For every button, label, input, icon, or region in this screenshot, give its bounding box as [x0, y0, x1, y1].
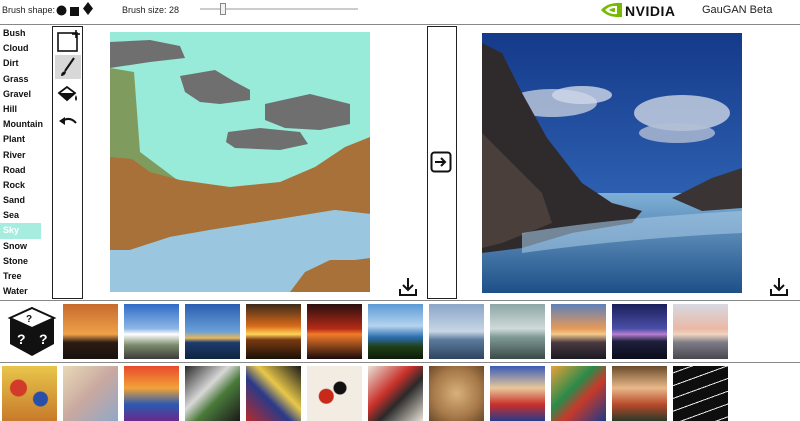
svg-text:?: ? — [26, 314, 32, 325]
label-item-sea[interactable]: Sea — [0, 208, 52, 223]
brush-shape-label: Brush shape: — [2, 5, 56, 15]
style-thumbnail[interactable] — [124, 304, 179, 359]
top-toolbar: Brush shape: Brush size: 28 NVIDIA GauGA… — [0, 0, 800, 24]
brush-icon — [61, 57, 75, 76]
segmentation-map — [110, 32, 370, 292]
style-thumbnail[interactable] — [673, 366, 728, 421]
label-item-water[interactable]: Water — [0, 284, 52, 299]
random-style-button[interactable]: ? ? ? — [6, 306, 58, 358]
brush-size-slider[interactable] — [200, 3, 360, 15]
label-item-bush[interactable]: Bush — [0, 26, 52, 41]
paint-bucket-icon — [57, 85, 77, 102]
new-canvas-icon — [57, 30, 80, 52]
brush-size-label: Brush size: 28 — [122, 5, 180, 15]
nvidia-wordmark: NVIDIA — [625, 3, 676, 19]
undo-icon — [59, 117, 77, 125]
label-item-rock[interactable]: Rock — [0, 178, 52, 193]
brush-shape-diamond[interactable] — [83, 2, 93, 20]
style-thumbnail[interactable] — [185, 304, 240, 359]
style-thumbnail[interactable] — [2, 366, 57, 421]
label-item-mountain[interactable]: Mountain — [0, 117, 52, 132]
style-thumbnail[interactable] — [673, 304, 728, 359]
style-thumbnail[interactable] — [368, 366, 423, 421]
style-thumbnail[interactable] — [429, 304, 484, 359]
style-thumbnail[interactable] — [246, 304, 301, 359]
style-thumbnail[interactable] — [490, 304, 545, 359]
nvidia-eye-icon — [601, 2, 622, 18]
render-panel — [427, 26, 457, 299]
download-icon — [770, 278, 788, 296]
style-thumbnail[interactable] — [551, 366, 606, 421]
label-list: Bush Cloud Dirt Grass Gravel Hill Mounta… — [0, 26, 52, 299]
fill-tool-button[interactable] — [55, 83, 81, 107]
style-thumbnail[interactable] — [124, 366, 179, 421]
label-item-plant[interactable]: Plant — [0, 132, 52, 147]
divider-middle — [0, 300, 800, 301]
style-thumbnail[interactable] — [490, 366, 545, 421]
random-dice-icon: ? ? ? — [7, 306, 57, 356]
slider-thumb[interactable] — [220, 3, 226, 15]
diamond-icon — [83, 2, 93, 15]
style-thumbnail[interactable] — [429, 366, 484, 421]
segmentation-canvas[interactable] — [110, 32, 370, 292]
label-item-dirt[interactable]: Dirt — [0, 56, 52, 71]
style-thumbnail[interactable] — [368, 304, 423, 359]
label-item-sky[interactable]: Sky — [0, 223, 41, 239]
style-thumbnail[interactable] — [63, 366, 118, 421]
style-thumbnail[interactable] — [63, 304, 118, 359]
style-thumbnail[interactable] — [246, 366, 301, 421]
svg-text:?: ? — [17, 331, 26, 347]
label-item-gravel[interactable]: Gravel — [0, 87, 52, 102]
label-item-grass[interactable]: Grass — [0, 72, 52, 87]
download-output-button[interactable] — [769, 277, 789, 297]
divider-top — [0, 24, 800, 25]
download-map-button[interactable] — [398, 277, 418, 297]
label-item-sand[interactable]: Sand — [0, 193, 52, 208]
svg-text:?: ? — [39, 331, 48, 347]
undo-button[interactable] — [55, 111, 81, 135]
render-button[interactable] — [430, 151, 452, 173]
label-item-snow[interactable]: Snow — [0, 239, 52, 254]
download-icon — [399, 278, 417, 296]
nvidia-logo — [600, 1, 624, 24]
label-item-river[interactable]: River — [0, 148, 52, 163]
label-item-hill[interactable]: Hill — [0, 102, 52, 117]
style-thumbnail[interactable] — [307, 304, 362, 359]
style-thumbnail[interactable] — [185, 366, 240, 421]
circle-icon — [56, 5, 67, 16]
arrow-right-icon — [430, 151, 452, 173]
brush-shape-square[interactable] — [70, 4, 80, 22]
output-image — [482, 33, 742, 293]
app-title: GauGAN Beta — [702, 4, 773, 16]
label-item-tree[interactable]: Tree — [0, 269, 52, 284]
style-thumbnail[interactable] — [551, 304, 606, 359]
label-item-cloud[interactable]: Cloud — [0, 41, 52, 56]
label-item-road[interactable]: Road — [0, 163, 52, 178]
brush-shape-circle[interactable] — [56, 3, 67, 21]
brush-tool-button[interactable] — [55, 55, 81, 79]
label-item-stone[interactable]: Stone — [0, 254, 52, 269]
divider-bottom — [0, 362, 800, 363]
style-thumbnail[interactable] — [612, 304, 667, 359]
new-canvas-button[interactable] — [55, 29, 81, 53]
style-thumbnail[interactable] — [612, 366, 667, 421]
generated-landscape — [482, 33, 742, 293]
style-thumbnail[interactable] — [307, 366, 362, 421]
tool-panel — [52, 26, 83, 299]
square-icon — [70, 7, 79, 16]
